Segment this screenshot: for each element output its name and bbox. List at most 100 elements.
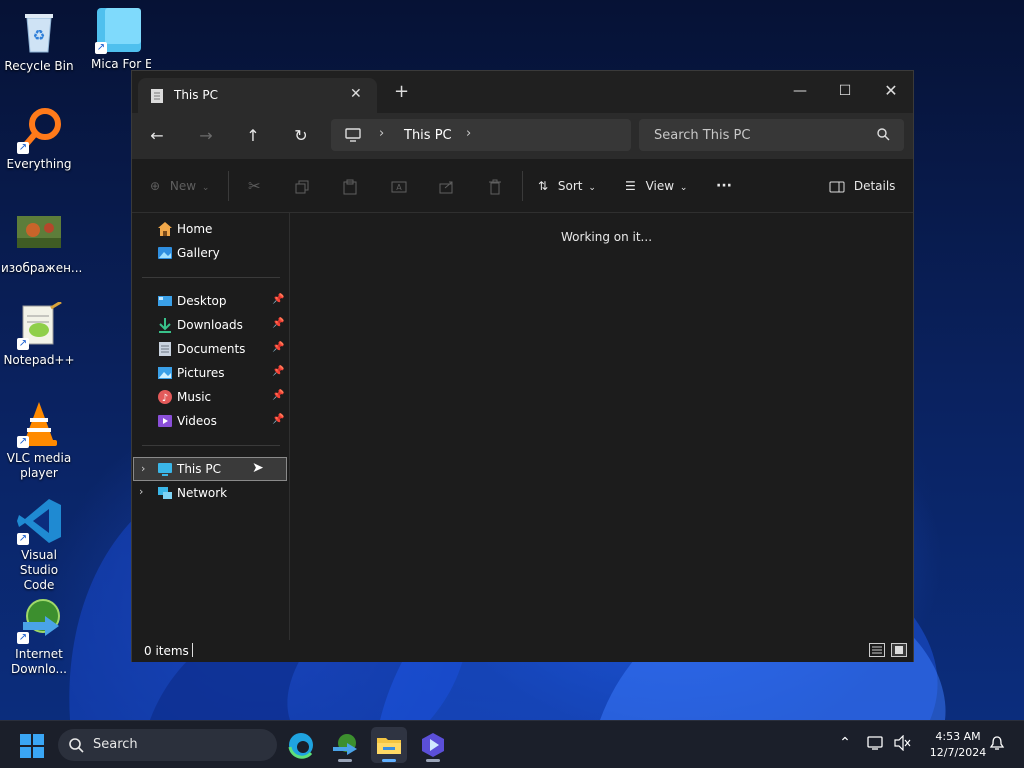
new-label: New [169, 179, 197, 193]
start-windows-icon[interactable] [20, 734, 44, 761]
sidebar-item-videos[interactable]: Videos 📌 [132, 409, 290, 433]
desktop-icon-everything[interactable]: ↗ Everything [1, 106, 77, 172]
system-clock[interactable]: 4:53 AM 12/7/2024 [918, 729, 998, 761]
mica-app-icon: ↗ [93, 6, 141, 54]
new-tab-button[interactable]: + [394, 83, 409, 101]
tab-this-pc[interactable]: This PC ✕ [138, 78, 377, 113]
chevron-right-icon[interactable]: › [379, 126, 384, 141]
sidebar-item-gallery[interactable]: Gallery [132, 241, 290, 265]
search-box [639, 119, 904, 151]
chevron-right-icon[interactable]: › [466, 126, 471, 141]
details-view-icon[interactable] [869, 643, 885, 657]
clock-time: 4:53 AM [935, 730, 981, 743]
notification-bell-icon[interactable] [987, 735, 1007, 755]
forward-arrow-icon[interactable]: → [195, 125, 217, 147]
paste-icon[interactable] [343, 175, 357, 197]
sidebar-item-pictures[interactable]: Pictures 📌 [132, 361, 290, 385]
navigation-pane: Home Gallery Desktop 📌 Downloads 📌 Docum… [132, 213, 290, 640]
large-icons-view-icon[interactable] [891, 643, 907, 657]
desktop-icon-vlc[interactable]: ↗ VLC media player [1, 400, 77, 481]
desktop-icon-mica[interactable]: ↗ Mica For Everyone [79, 6, 155, 72]
volume-muted-icon[interactable] [892, 734, 912, 755]
sidebar-item-label: Videos [177, 414, 217, 428]
active-indicator [382, 759, 396, 762]
taskbar-idm-button[interactable] [327, 727, 363, 763]
sidebar-item-label: Pictures [177, 366, 225, 380]
view-label: View [645, 179, 675, 193]
sidebar-item-label: Desktop [177, 294, 227, 308]
refresh-icon[interactable]: ↻ [290, 125, 312, 147]
pin-icon[interactable]: 📌 [272, 318, 284, 329]
cut-icon[interactable]: ✂ [248, 175, 261, 197]
title-bar[interactable]: This PC ✕ + — ☐ ✕ [132, 71, 913, 113]
toolbar-divider [228, 171, 229, 201]
sidebar-item-desktop[interactable]: Desktop 📌 [132, 289, 290, 313]
desktop-icon-recycle-bin[interactable]: ♻ Recycle Bin [1, 8, 77, 74]
taskbar-file-explorer-button[interactable] [371, 727, 407, 763]
pin-icon[interactable]: 📌 [272, 390, 284, 401]
taskbar-edge-button[interactable] [283, 727, 319, 763]
page-icon [150, 88, 164, 107]
desktop-icon-image-file[interactable]: изображен... [1, 210, 82, 276]
sort-button[interactable]: ⇅ Sort ⌄ [538, 175, 596, 197]
content-area[interactable]: Working on it... [291, 213, 913, 640]
search-icon [68, 737, 84, 756]
maximize-icon[interactable]: ☐ [825, 77, 865, 105]
desktop-icon-notepadpp[interactable]: ↗ Notepad++ [1, 300, 77, 368]
share-icon[interactable] [439, 175, 455, 197]
desktop-icon-idm[interactable]: ↗ Internet Downlo... [1, 596, 77, 677]
media-player-icon [422, 733, 444, 757]
close-tab-icon[interactable]: ✕ [350, 86, 362, 102]
sort-label: Sort [557, 179, 583, 193]
chevron-right-icon[interactable]: › [139, 485, 143, 498]
new-button[interactable]: ⊕ New ⌄ [150, 175, 209, 197]
sidebar-item-label: Home [177, 222, 213, 236]
shortcut-arrow-icon: ↗ [17, 142, 29, 154]
search-input[interactable] [639, 119, 869, 151]
pin-icon[interactable]: 📌 [272, 294, 284, 305]
details-button[interactable]: Details [829, 175, 895, 197]
sidebar-item-this-pc[interactable]: › This PC ➤ [133, 457, 287, 481]
tab-title: This PC [174, 88, 218, 102]
back-arrow-icon[interactable]: ← [146, 125, 168, 147]
videos-icon [157, 413, 173, 429]
sort-icon: ⇅ [538, 179, 549, 193]
taskbar-search-box[interactable]: Search [58, 729, 277, 761]
pin-icon[interactable]: 📌 [272, 366, 284, 377]
minimize-icon[interactable]: — [780, 77, 820, 105]
breadcrumb-this-pc[interactable]: This PC [404, 128, 452, 143]
sidebar-item-music[interactable]: ♪ Music 📌 [132, 385, 290, 409]
search-icon[interactable] [877, 128, 890, 144]
taskbar-media-button[interactable] [415, 727, 451, 763]
rename-icon[interactable]: A [391, 175, 407, 197]
running-indicator [338, 759, 352, 762]
more-options-button[interactable]: ··· [716, 175, 732, 197]
command-bar: ⊕ New ⌄ ✂ A ⇅ Sort ⌄ ☰ View ⌄ ··· Detail… [132, 159, 913, 213]
sidebar-item-label: Network [177, 486, 228, 500]
mouse-cursor-icon: ➤ [252, 460, 264, 476]
up-arrow-icon[interactable]: ↑ [242, 125, 264, 147]
chevron-right-icon[interactable]: › [141, 462, 145, 475]
pin-icon[interactable]: 📌 [272, 342, 284, 353]
delete-icon[interactable] [488, 175, 502, 197]
copy-icon[interactable] [295, 175, 309, 197]
shortcut-arrow-icon: ↗ [17, 533, 29, 545]
sidebar-item-label: Downloads [177, 318, 243, 332]
chevron-up-icon[interactable]: ⌃ [835, 735, 855, 755]
taskbar-search-label: Search [93, 737, 138, 752]
folder-icon [377, 738, 401, 754]
network-status-icon[interactable] [866, 735, 886, 755]
sidebar-item-network[interactable]: › Network [132, 481, 290, 505]
address-bar[interactable]: › This PC › [331, 119, 631, 151]
chevron-down-icon: ⌄ [679, 183, 688, 193]
sidebar-item-downloads[interactable]: Downloads 📌 [132, 313, 290, 337]
shortcut-arrow-icon: ↗ [95, 42, 107, 54]
recycle-bin-icon: ♻ [15, 8, 63, 56]
pin-icon[interactable]: 📌 [272, 414, 284, 425]
sidebar-item-documents[interactable]: Documents 📌 [132, 337, 290, 361]
details-label: Details [853, 179, 896, 193]
close-window-icon[interactable]: ✕ [871, 77, 911, 105]
view-button[interactable]: ☰ View ⌄ [625, 175, 687, 197]
desktop-icon-vscode[interactable]: ↗ Visual Studio Code [1, 497, 77, 593]
sidebar-item-home[interactable]: Home [132, 217, 290, 241]
